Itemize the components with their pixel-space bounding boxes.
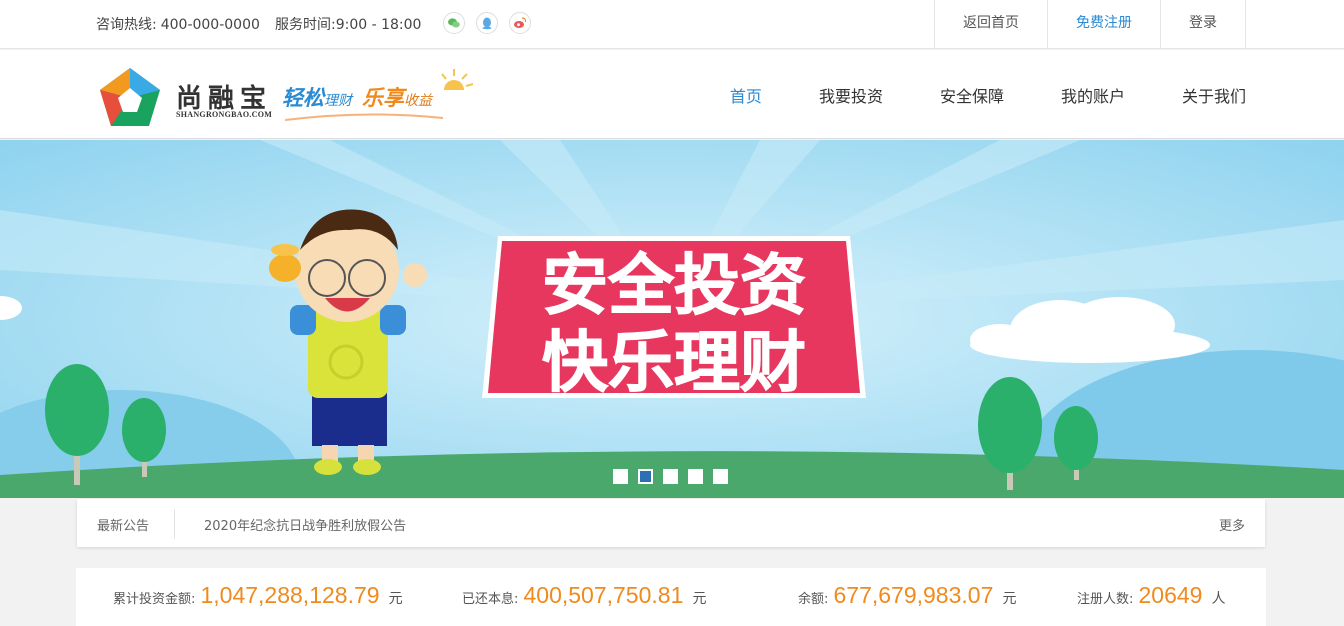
- carousel-dot-5[interactable]: [713, 469, 728, 484]
- slogan-b-small: 收益: [404, 93, 432, 109]
- brand-domain: SHANGRONGBAO.COM: [176, 110, 273, 119]
- stat-label: 注册人数:: [1077, 592, 1134, 607]
- qq-icon[interactable]: [476, 12, 498, 34]
- stat-value: 1,047,288,128.79: [200, 582, 380, 608]
- sun-icon: [441, 69, 474, 90]
- carousel-dot-1[interactable]: [613, 469, 628, 484]
- carousel-dots: [613, 469, 738, 484]
- stat-value: 677,679,983.07: [833, 582, 994, 608]
- login-link[interactable]: 登录: [1160, 0, 1246, 49]
- service-hours: 服务时间:9:00 - 18:00: [275, 14, 421, 34]
- banner-illustration: 安全投资 快乐理财: [0, 140, 1344, 498]
- carousel-dot-2[interactable]: [638, 469, 653, 484]
- announcement-link[interactable]: 2020年纪念抗日战争胜利放假公告: [204, 515, 406, 534]
- stat-label: 余额:: [798, 592, 829, 607]
- top-bar: 咨询热线: 400-000-0000 服务时间:9:00 - 18:00 返回首页…: [0, 0, 1344, 49]
- service-time: 9:00 - 18:00: [335, 17, 422, 33]
- wechat-icon[interactable]: [443, 12, 465, 34]
- slogan: 轻松理财 乐享收益: [282, 82, 432, 112]
- slogan-a-small: 理财: [324, 93, 352, 109]
- hotline: 咨询热线: 400-000-0000: [96, 14, 264, 34]
- stat-unit: 人: [1211, 591, 1226, 607]
- nav-home[interactable]: 首页: [730, 83, 762, 107]
- banner-headline-1: 安全投资: [542, 247, 806, 324]
- stat-unit: 元: [1002, 591, 1017, 607]
- service-label: 服务时间:: [275, 17, 336, 33]
- stat-balance: 余额: 677,679,983.07 元: [798, 582, 1016, 609]
- more-link[interactable]: 更多: [1219, 515, 1245, 534]
- slogan-swoosh: [285, 113, 444, 121]
- stat-repaid: 已还本息: 400,507,750.81 元: [462, 582, 706, 609]
- nav-about[interactable]: 关于我们: [1182, 83, 1246, 107]
- slogan-a: 轻松: [282, 86, 324, 110]
- stats-bar: 累计投资金额: 1,047,288,128.79 元 已还本息: 400,507…: [76, 568, 1266, 626]
- nav-security[interactable]: 安全保障: [940, 83, 1004, 107]
- stat-users: 注册人数: 20649 人: [1077, 582, 1226, 609]
- hotline-number: 400-000-0000: [160, 17, 260, 33]
- stat-unit: 元: [692, 591, 707, 607]
- carousel-dot-4[interactable]: [688, 469, 703, 484]
- announcement-bar: 最新公告 2020年纪念抗日战争胜利放假公告 更多: [77, 499, 1265, 547]
- logo-icon[interactable]: [100, 68, 160, 126]
- hotline-label: 咨询热线:: [96, 17, 157, 33]
- register-link[interactable]: 免费注册: [1047, 0, 1160, 49]
- slogan-b: 乐享: [362, 86, 404, 110]
- stat-label: 累计投资金额:: [113, 592, 196, 607]
- stat-unit: 元: [388, 591, 403, 607]
- weibo-icon[interactable]: [509, 12, 531, 34]
- divider: [174, 509, 175, 539]
- nav-account[interactable]: 我的账户: [1061, 83, 1125, 107]
- stat-value: 20649: [1138, 582, 1203, 608]
- announcement-label: 最新公告: [97, 519, 150, 534]
- stat-label: 已还本息:: [462, 592, 519, 607]
- carousel-dot-3[interactable]: [663, 469, 678, 484]
- back-home-link[interactable]: 返回首页: [934, 0, 1047, 49]
- main-nav: 首页 我要投资 安全保障 我的账户 关于我们: [673, 83, 1246, 107]
- stat-total-investment: 累计投资金额: 1,047,288,128.79 元: [113, 582, 403, 609]
- hero-banner[interactable]: 安全投资 快乐理财: [0, 140, 1344, 498]
- banner-headline-2: 快乐理财: [542, 324, 806, 401]
- nav-invest[interactable]: 我要投资: [819, 83, 883, 107]
- main-header: 尚融宝 SHANGRONGBAO.COM 轻松理财 乐享收益 首页 我要投资 安全…: [0, 50, 1344, 139]
- stat-value: 400,507,750.81: [523, 582, 684, 608]
- top-links: 返回首页 免费注册 登录: [934, 0, 1246, 49]
